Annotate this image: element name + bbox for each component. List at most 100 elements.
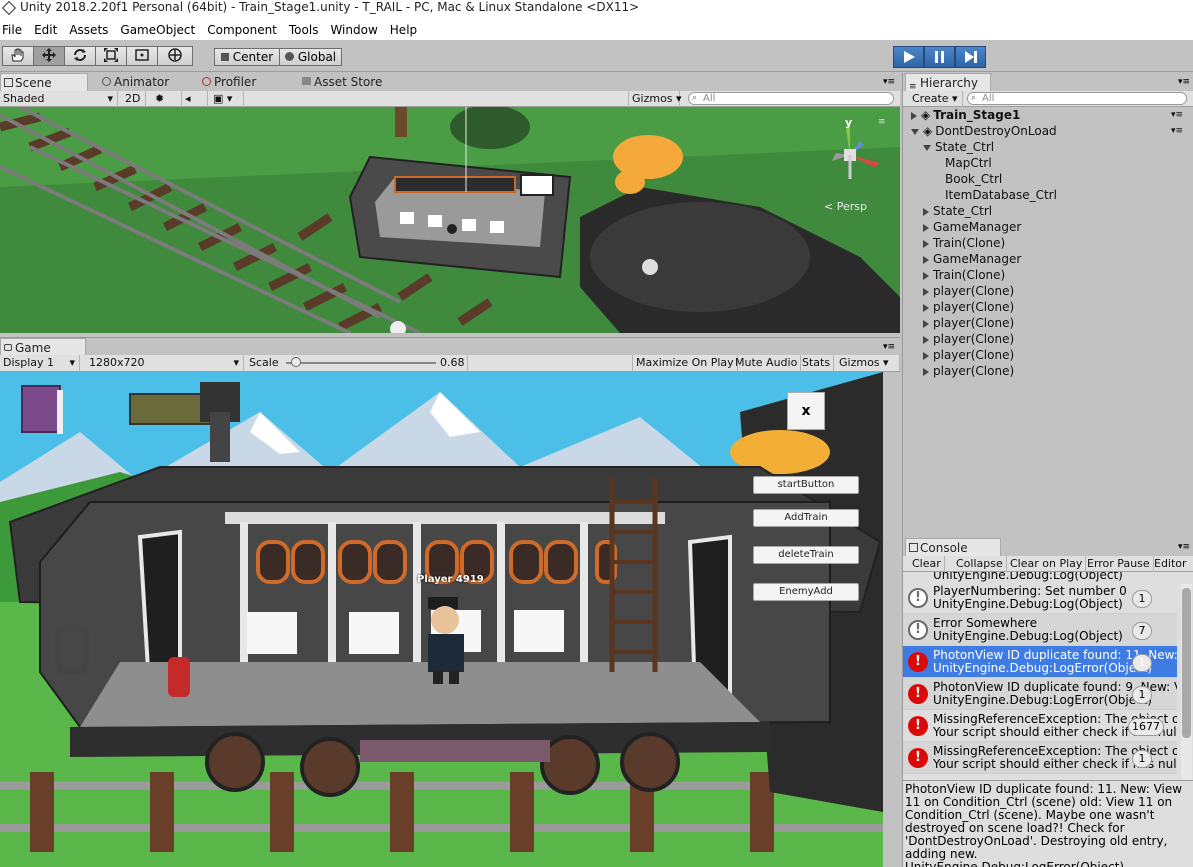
hierarchy-item[interactable]: player(Clone) — [923, 363, 1014, 379]
start-button[interactable]: startButton — [753, 476, 859, 494]
hierarchy-item[interactable]: ◈ DontDestroyOnLoad ▾≡ — [911, 123, 1183, 139]
console-clear-on-play-toggle[interactable]: Clear on Play — [1007, 556, 1087, 572]
menu-file[interactable]: File — [0, 23, 30, 37]
shading-mode-dropdown[interactable]: Shaded ▾ — [0, 91, 118, 107]
scene-lock-icon[interactable]: ≡ — [878, 117, 886, 127]
scale-thumb[interactable] — [290, 357, 301, 367]
tab-animator[interactable]: Animator — [100, 73, 169, 91]
tab-game[interactable]: Game — [0, 338, 86, 356]
scene-menu-icon[interactable]: ▾≡ — [1171, 123, 1183, 139]
play-button[interactable] — [893, 46, 924, 68]
console-entry[interactable]: ! PlayerNumbering: Set number 0 UnityEngin… — [903, 582, 1177, 614]
rotate-tool-button[interactable] — [64, 46, 96, 66]
close-ui-button[interactable]: x — [787, 392, 825, 430]
2d-toggle[interactable]: 2D — [122, 91, 146, 107]
collapsed-arrow-icon[interactable] — [923, 223, 929, 232]
hierarchy-item[interactable]: player(Clone) — [923, 283, 1014, 299]
maximize-on-play-toggle[interactable]: Maximize On Play — [632, 355, 738, 371]
game-panel-menu-icon[interactable]: ▾≡ — [883, 342, 895, 352]
scale-tool-button[interactable] — [95, 46, 127, 66]
expanded-arrow-icon[interactable] — [923, 144, 931, 151]
menu-help[interactable]: Help — [386, 23, 425, 37]
effects-dropdown[interactable]: ▣ ▾ — [210, 91, 244, 107]
persp-label[interactable]: < Persp — [824, 200, 867, 213]
hierarchy-item[interactable]: player(Clone) — [923, 347, 1014, 363]
expanded-arrow-icon[interactable] — [911, 128, 919, 135]
transform-tool-button[interactable] — [157, 46, 193, 66]
hierarchy-item[interactable]: State_Ctrl — [923, 139, 994, 155]
scene-search-input[interactable]: ⌕ All — [688, 92, 894, 105]
mute-audio-toggle[interactable]: Mute Audio — [732, 355, 802, 371]
menu-gameobject[interactable]: GameObject — [116, 23, 203, 37]
console-scroll-thumb[interactable] — [1182, 588, 1191, 738]
tab-hierarchy[interactable]: ≡ Hierarchy — [905, 73, 991, 92]
scene-gizmos-dropdown[interactable]: Gizmos ▾ — [628, 91, 682, 107]
collapsed-arrow-icon[interactable] — [923, 335, 929, 344]
menu-edit[interactable]: Edit — [30, 23, 65, 37]
hierarchy-create-dropdown[interactable]: Create ▾ — [909, 91, 963, 107]
collapsed-arrow-icon[interactable] — [923, 207, 929, 216]
collapsed-arrow-icon[interactable] — [923, 271, 929, 280]
scale-slider[interactable]: Scale 0.68 — [246, 355, 468, 371]
collapsed-arrow-icon[interactable] — [923, 255, 929, 264]
pause-button[interactable] — [924, 46, 955, 68]
hierarchy-item[interactable]: player(Clone) — [923, 299, 1014, 315]
menu-tools[interactable]: Tools — [285, 23, 327, 37]
collapsed-arrow-icon[interactable] — [923, 287, 929, 296]
console-panel-menu-icon[interactable]: ▾≡ — [1178, 542, 1190, 552]
collapsed-arrow-icon[interactable] — [923, 367, 929, 376]
collapsed-arrow-icon[interactable] — [911, 111, 917, 120]
hierarchy-item[interactable]: Train(Clone) — [923, 267, 1005, 283]
menu-assets[interactable]: Assets — [65, 23, 116, 37]
console-scrollbar[interactable] — [1181, 584, 1192, 780]
global-local-toggle[interactable]: Global — [279, 48, 342, 66]
collapsed-arrow-icon[interactable] — [923, 239, 929, 248]
console-entry[interactable]: ! PhotonView ID duplicate found: 11. New:… — [903, 646, 1177, 678]
console-entry[interactable]: ! MissingReferenceException: The object o… — [903, 742, 1177, 774]
hierarchy-item[interactable]: State_Ctrl — [923, 203, 992, 219]
stats-toggle[interactable]: Stats — [799, 355, 835, 371]
console-entry[interactable]: ! MissingReferenceException: The object o… — [903, 710, 1177, 742]
hierarchy-item[interactable]: GameManager — [923, 219, 1021, 235]
hierarchy-item[interactable]: ItemDatabase_Ctrl — [935, 187, 1057, 203]
panel-menu-icon[interactable]: ▾≡ — [883, 77, 895, 87]
collapsed-arrow-icon[interactable] — [923, 319, 929, 328]
audio-toggle[interactable]: ◂ — [182, 91, 208, 107]
display-dropdown[interactable]: Display 1 ▾ — [0, 355, 80, 371]
resolution-dropdown[interactable]: 1280x720 ▾ — [86, 355, 244, 371]
pivot-center-toggle[interactable]: Center — [214, 48, 280, 66]
tab-scene[interactable]: Scene — [0, 73, 88, 91]
game-viewport[interactable]: Player 4919 x startButton AddTrain delet… — [0, 372, 883, 867]
enemy-add-button[interactable]: EnemyAdd — [753, 583, 859, 601]
orientation-gizmo[interactable] — [820, 119, 892, 191]
tab-console[interactable]: Console — [905, 538, 1001, 556]
tab-profiler[interactable]: Profiler — [200, 73, 256, 91]
collapsed-arrow-icon[interactable] — [923, 303, 929, 312]
console-entry[interactable]: ! Error Somewhere UnityEngine.Debug:Log(Ob… — [903, 614, 1177, 646]
hierarchy-item[interactable]: player(Clone) — [923, 331, 1014, 347]
hierarchy-item[interactable]: Book_Ctrl — [935, 171, 1002, 187]
collapsed-arrow-icon[interactable] — [923, 351, 929, 360]
hierarchy-item[interactable]: Train(Clone) — [923, 235, 1005, 251]
console-detail-pane[interactable]: PhotonView ID duplicate found: 11. New: … — [903, 780, 1193, 867]
console-editor-dropdown[interactable]: Editor — [1151, 556, 1190, 572]
menu-window[interactable]: Window — [326, 23, 385, 37]
console-clear-button[interactable]: Clear — [909, 556, 945, 572]
hand-tool-button[interactable] — [2, 46, 34, 66]
delete-train-button[interactable]: deleteTrain — [753, 546, 859, 564]
lighting-toggle[interactable]: ✹ — [152, 91, 182, 107]
console-entry[interactable]: ! PhotonView ID duplicate found: 9. New: … — [903, 678, 1177, 710]
step-button[interactable] — [955, 46, 986, 68]
game-gizmos-dropdown[interactable]: Gizmos ▾ — [836, 355, 900, 371]
hierarchy-item[interactable]: MapCtrl — [935, 155, 992, 171]
scene-viewport[interactable]: y < Persp ≡ — [0, 107, 900, 333]
tab-asset-store[interactable]: Asset Store — [300, 73, 382, 91]
scene-menu-icon[interactable]: ▾≡ — [1171, 107, 1183, 123]
hierarchy-search-input[interactable]: ⌕ All — [967, 92, 1187, 105]
console-error-pause-toggle[interactable]: Error Pause — [1084, 556, 1154, 572]
console-collapse-toggle[interactable]: Collapse — [953, 556, 1007, 572]
hierarchy-panel-menu-icon[interactable]: ▾≡ — [1178, 77, 1190, 87]
hierarchy-item[interactable]: player(Clone) — [923, 315, 1014, 331]
menu-component[interactable]: Component — [203, 23, 285, 37]
hierarchy-item[interactable]: ◈ Train_Stage1 ▾≡ — [911, 107, 1183, 123]
